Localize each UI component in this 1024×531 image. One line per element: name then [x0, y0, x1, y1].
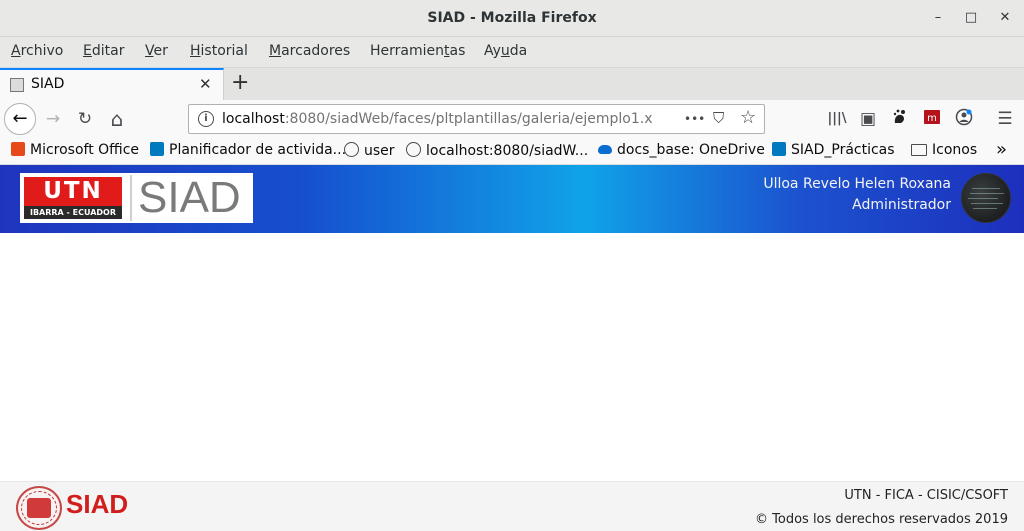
addon-red-icon[interactable]: m	[921, 108, 943, 130]
bookmark-localhost[interactable]: localhost:8080/siadW...	[406, 142, 588, 159]
globe-icon	[406, 142, 421, 157]
bookmark-label: Microsoft Office	[30, 142, 140, 158]
svg-text:m: m	[927, 113, 937, 124]
menu-ayuda-mnemonic: u	[500, 43, 510, 59]
bookmark-onedrive[interactable]: docs_base: OneDrive	[598, 142, 765, 158]
menu-ayuda-label-b: da	[509, 43, 528, 59]
sidebar-icon[interactable]: ▣	[857, 108, 879, 130]
window-titlebar: SIAD - Mozilla Firefox – □ ✕	[0, 0, 1024, 37]
site-info-icon[interactable]: i	[198, 111, 214, 127]
bookmark-microsoft-office[interactable]: Microsoft Office	[11, 142, 139, 158]
bookmark-label: localhost:8080/siadW...	[426, 143, 589, 159]
page-footer: SIAD UTN - FICA - CISIC/CSOFT © Todos lo…	[0, 481, 1024, 531]
hamburger-menu-icon[interactable]: ☰	[994, 108, 1016, 130]
logo-divider	[130, 175, 132, 221]
close-tab-icon[interactable]: ✕	[199, 75, 212, 93]
navigation-toolbar: ← → ↻ ⌂ i localhost:8080/siadWeb/faces/p…	[0, 100, 1024, 138]
menu-historial[interactable]: Historial	[190, 43, 248, 59]
forward-button[interactable]: →	[42, 108, 64, 130]
menu-bar: Archivo Editar Ver Historial Marcadores …	[0, 37, 1024, 67]
user-name: Ulloa Revelo Helen Roxana	[763, 176, 951, 192]
close-window-button[interactable]: ✕	[997, 10, 1013, 26]
trello-icon	[772, 142, 786, 156]
maximize-button[interactable]: □	[963, 10, 979, 26]
menu-archivo-label: rchivo	[20, 43, 64, 59]
menu-marcadores-label: arcadores	[281, 43, 351, 59]
bookmark-iconos[interactable]: Iconos	[911, 142, 977, 158]
university-seal-icon	[16, 486, 62, 530]
tab-siad[interactable]: SIAD ✕	[0, 68, 224, 101]
url-path: :8080/siadWeb/faces/pltplantillas/galeri…	[284, 111, 652, 127]
menu-herramientas[interactable]: Herramientas	[370, 43, 465, 59]
gnome-extension-icon[interactable]	[889, 108, 911, 130]
menu-editar-label: ditar	[91, 43, 125, 59]
menu-ver-label: er	[153, 43, 168, 59]
app-logo[interactable]: UTN IBARRA - ECUADOR SIAD	[20, 173, 253, 223]
bookmark-label: docs_base: OneDrive	[617, 142, 765, 158]
bookmark-planificador[interactable]: Planificador de activida...	[150, 142, 346, 158]
menu-editar-mnemonic: E	[83, 43, 92, 59]
url-host: localhost	[222, 111, 285, 127]
footer-brand: SIAD	[66, 489, 129, 519]
url-text[interactable]: localhost:8080/siadWeb/faces/pltplantill…	[222, 111, 652, 127]
home-button[interactable]: ⌂	[106, 108, 128, 130]
new-tab-button[interactable]: +	[231, 70, 249, 95]
tab-label: SIAD	[31, 76, 65, 92]
app-name: SIAD	[138, 173, 241, 222]
page-actions-button[interactable]: •••	[684, 112, 705, 126]
menu-marcadores[interactable]: Marcadores	[269, 43, 350, 59]
menu-archivo[interactable]: Archivo	[11, 43, 63, 59]
footer-org-line: UTN - FICA - CISIC/CSOFT	[844, 488, 1008, 503]
menu-ver-mnemonic: V	[145, 43, 154, 59]
bookmark-label: SIAD_Prácticas	[791, 142, 895, 158]
url-bar[interactable]: i localhost:8080/siadWeb/faces/pltplanti…	[188, 104, 765, 134]
folder-icon	[911, 144, 927, 156]
utn-logo-subtitle: IBARRA - ECUADOR	[24, 206, 122, 219]
bookmark-user[interactable]: user	[344, 142, 395, 159]
page-content	[0, 233, 1024, 481]
bookmark-label: user	[364, 143, 395, 159]
bookmark-siad-practicas[interactable]: SIAD_Prácticas	[772, 142, 895, 158]
footer-copyright: © Todos los derechos reservados 2019	[755, 512, 1008, 527]
library-icon[interactable]: |||\	[826, 108, 848, 130]
reload-button[interactable]: ↻	[74, 108, 96, 130]
menu-editar[interactable]: Editar	[83, 43, 124, 59]
globe-icon	[344, 142, 359, 157]
menu-herramientas-label-a: Herramien	[370, 43, 444, 59]
menu-ayuda[interactable]: Ayuda	[484, 43, 527, 59]
window-title: SIAD - Mozilla Firefox	[427, 10, 597, 26]
menu-historial-label: istorial	[200, 43, 248, 59]
menu-ayuda-label-a: Ay	[484, 43, 501, 59]
pocket-icon[interactable]: ⛉	[713, 109, 724, 127]
menu-marcadores-mnemonic: M	[269, 43, 282, 59]
app-header: UTN IBARRA - ECUADOR SIAD Ulloa Revelo H…	[0, 165, 1024, 233]
account-icon[interactable]	[953, 108, 975, 130]
trello-icon	[150, 142, 164, 156]
minimize-button[interactable]: –	[930, 10, 946, 26]
office-icon	[11, 142, 25, 156]
bookmark-label: Iconos	[932, 142, 978, 158]
utn-logo: UTN IBARRA - ECUADOR	[24, 177, 122, 219]
menu-historial-mnemonic: H	[190, 43, 201, 59]
menu-ver[interactable]: Ver	[145, 43, 168, 59]
back-button[interactable]: ←	[4, 103, 36, 135]
bookmark-label: Planificador de activida...	[169, 142, 347, 158]
page-favicon-icon	[10, 78, 24, 92]
onedrive-icon	[598, 145, 612, 154]
menu-herramientas-label-b: as	[449, 43, 466, 59]
bookmark-star-icon[interactable]: ☆	[740, 107, 756, 128]
tab-strip: SIAD ✕ +	[0, 67, 1024, 101]
menu-archivo-mnemonic: A	[11, 43, 21, 59]
user-role: Administrador	[852, 197, 951, 213]
bookmarks-toolbar: Microsoft Office Planificador de activid…	[0, 138, 1024, 165]
avatar[interactable]	[961, 173, 1011, 223]
bookmarks-overflow-button[interactable]: »	[996, 139, 1007, 160]
utn-logo-text: UTN	[24, 177, 122, 206]
